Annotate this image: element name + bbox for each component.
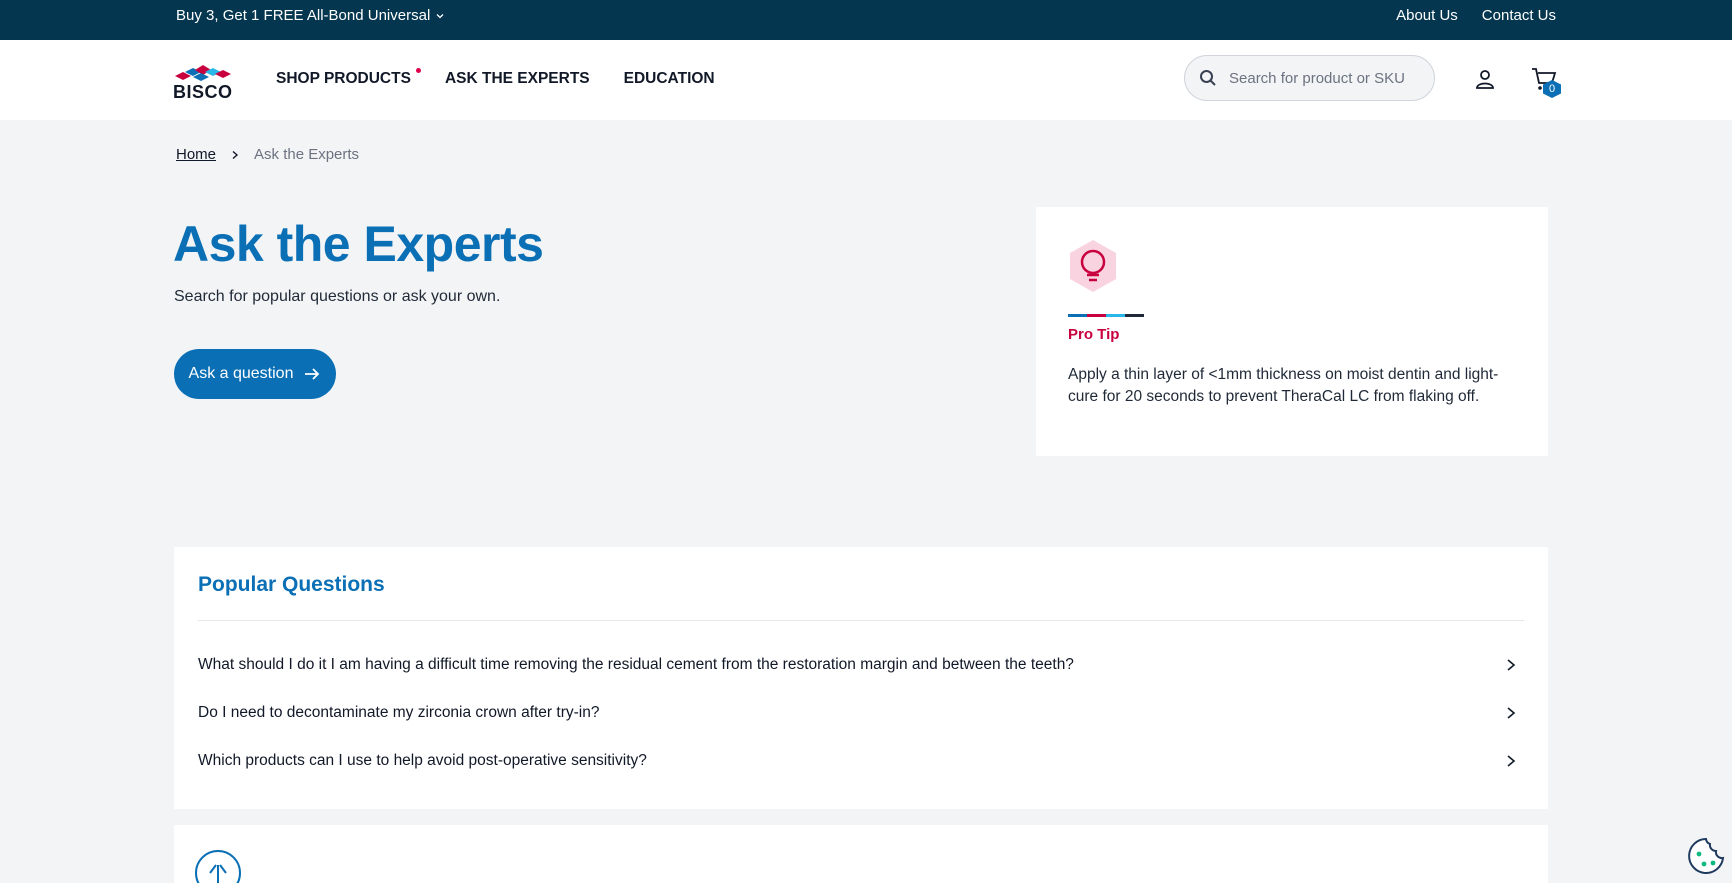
- nav-shop-products-label: SHOP PRODUCTS: [276, 70, 411, 87]
- breadcrumb-home[interactable]: Home: [176, 146, 216, 163]
- question-text: Which products can I use to help avoid p…: [198, 752, 647, 769]
- nav-education[interactable]: EDUCATION: [624, 70, 715, 88]
- promo-dropdown[interactable]: Buy 3, Get 1 FREE All-Bond Universal: [176, 7, 445, 24]
- question-text: Do I need to decontaminate my zirconia c…: [198, 704, 600, 721]
- site-header: BISCO SHOP PRODUCTS ASK THE EXPERTS EDUC…: [0, 40, 1732, 120]
- pro-tip-label: Pro Tip: [1068, 326, 1120, 343]
- nav-ask-the-experts[interactable]: ASK THE EXPERTS: [445, 70, 590, 88]
- logo-mark-icon: [175, 65, 231, 81]
- about-us-link[interactable]: About Us: [1396, 7, 1458, 24]
- popular-questions-card: Popular Questions What should I do it I …: [174, 547, 1548, 809]
- tip-color-bar: [1068, 314, 1144, 317]
- ask-question-button[interactable]: Ask a question: [174, 349, 336, 399]
- contact-us-link[interactable]: Contact Us: [1482, 7, 1556, 24]
- divider: [198, 620, 1524, 621]
- search-box: [1184, 55, 1435, 101]
- logo-text: BISCO: [173, 82, 233, 102]
- pro-tip-card: Pro Tip Apply a thin layer of <1mm thick…: [1036, 207, 1548, 456]
- main-nav: SHOP PRODUCTS ASK THE EXPERTS EDUCATION: [276, 68, 715, 88]
- dental-tool-icon: [195, 850, 241, 883]
- question-text: What should I do it I am having a diffic…: [198, 656, 1074, 673]
- page-title: Ask the Experts: [173, 216, 544, 272]
- search-icon: [1200, 70, 1216, 86]
- search-input[interactable]: [1229, 69, 1419, 87]
- breadcrumb-current: Ask the Experts: [254, 146, 360, 163]
- breadcrumb: Home Ask the Experts: [176, 146, 359, 163]
- page-subtitle: Search for popular questions or ask your…: [174, 288, 501, 305]
- cookie-settings-icon[interactable]: [1686, 836, 1726, 876]
- ask-question-label: Ask a question: [188, 365, 294, 382]
- chevron-right-icon: [1507, 707, 1516, 719]
- bisco-logo[interactable]: BISCO: [173, 62, 237, 102]
- question-item[interactable]: What should I do it I am having a diffic…: [198, 645, 1524, 685]
- chevron-right-icon: [232, 150, 239, 159]
- notification-dot: [415, 68, 421, 73]
- question-item[interactable]: Do I need to decontaminate my zirconia c…: [198, 693, 1524, 733]
- question-item[interactable]: Which products can I use to help avoid p…: [198, 741, 1524, 781]
- popular-questions-title: Popular Questions: [198, 573, 385, 596]
- next-section-card: [174, 825, 1548, 883]
- pro-tip-text: Apply a thin layer of <1mm thickness on …: [1068, 366, 1499, 405]
- nav-shop-products[interactable]: SHOP PRODUCTS: [276, 68, 421, 88]
- chevron-right-icon: [1507, 659, 1516, 671]
- chevron-down-icon: [436, 13, 444, 18]
- promo-bar: Buy 3, Get 1 FREE All-Bond Universal Abo…: [0, 0, 1732, 40]
- user-account-icon[interactable]: [1474, 68, 1496, 90]
- lightbulb-icon: [1070, 240, 1116, 292]
- chevron-right-icon: [1507, 755, 1516, 767]
- promo-text: Buy 3, Get 1 FREE All-Bond Universal: [176, 7, 431, 24]
- arrow-right-icon: [305, 368, 320, 380]
